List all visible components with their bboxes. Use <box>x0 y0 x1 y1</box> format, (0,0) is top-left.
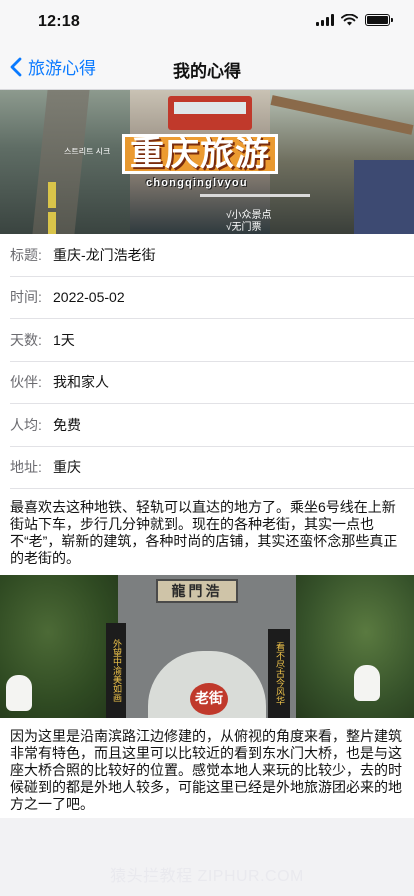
content-scroll-view[interactable]: 스트리트 시크 重庆旅游 chongqinglvyou √小众景点 √无门票 标… <box>0 90 414 818</box>
detail-row-days: 天数: 1天 <box>10 319 414 362</box>
detail-row-cost: 人均: 免费 <box>10 404 414 447</box>
detail-label: 人均: <box>10 416 42 433</box>
signal-icon <box>316 14 334 26</box>
body-paragraph: 最喜欢去这种地铁、轻轨可以直达的地方了。乘坐6号线在上新街站下车，步行几分钟就到… <box>10 499 398 566</box>
hero-image: 스트리트 시크 重庆旅游 chongqinglvyou √小众景点 √无门票 <box>0 90 414 234</box>
detail-value: 2022-05-02 <box>53 289 125 306</box>
status-bar: 12:18 <box>0 0 414 44</box>
hero-tag: √无门票 <box>226 222 262 233</box>
detail-list: 标题: 重庆-龙门浩老街 时间: 2022-05-02 天数: 1天 伙伴: 我… <box>0 234 414 489</box>
navigation-bar: 旅游心得 我的心得 <box>0 44 414 90</box>
detail-row-date: 时间: 2022-05-02 <box>10 277 414 319</box>
detail-label: 天数: <box>10 331 42 348</box>
status-time: 12:18 <box>38 13 80 30</box>
hero-caption: 스트리트 시크 <box>64 147 111 156</box>
detail-value: 重庆-龙门浩老街 <box>53 246 156 263</box>
detail-row-companion: 伙伴: 我和家人 <box>10 362 414 404</box>
gate-photo: 龍門浩 外望中渝美如画 看不尽古今风华 老街 <box>0 575 414 718</box>
bottom-area: 猿头拦教程 ZIPHUR.COM <box>0 818 414 896</box>
detail-label: 地址: <box>10 459 42 476</box>
hero-title: 重庆旅游 <box>122 134 278 174</box>
body-paragraph: 因为这里是沿南滨路江边修建的，从俯视的角度来看，整片建筑非常有特色，而且这里可以… <box>10 728 402 812</box>
rabbit-statue <box>354 665 380 701</box>
couplet-left: 外望中渝美如画 <box>106 623 126 718</box>
detail-value: 免费 <box>53 416 81 433</box>
street-photo-panel <box>0 90 130 234</box>
gate-plaque: 龍門浩 <box>156 579 238 603</box>
detail-label: 标题: <box>10 246 42 263</box>
detail-value: 重庆 <box>53 459 81 476</box>
battery-icon <box>365 14 393 26</box>
detail-label: 时间: <box>10 289 42 306</box>
hero-tags: √小众景点 √无门票 <box>226 210 272 234</box>
couplet-right: 看不尽古今风华 <box>268 629 290 718</box>
watermark: 猿头拦教程 ZIPHUR.COM <box>110 868 304 885</box>
hero-tag: √小众景点 <box>226 210 272 221</box>
status-icons <box>316 14 393 26</box>
page-title: 我的心得 <box>173 62 241 81</box>
detail-label: 伙伴: <box>10 374 42 391</box>
detail-value: 1天 <box>53 331 75 348</box>
hero-subtitle: chongqinglvyou <box>146 177 248 189</box>
street-sign: 老街 <box>190 683 228 715</box>
detail-row-title: 标题: 重庆-龙门浩老街 <box>10 234 414 277</box>
detail-value: 我和家人 <box>53 374 109 391</box>
wifi-icon <box>341 14 358 26</box>
rabbit-statue <box>6 675 32 711</box>
detail-row-address: 地址: 重庆 <box>10 447 414 489</box>
